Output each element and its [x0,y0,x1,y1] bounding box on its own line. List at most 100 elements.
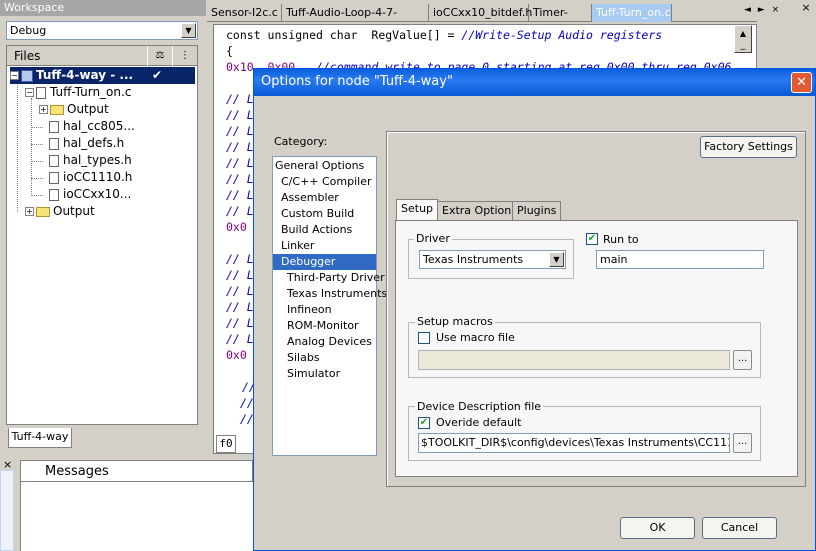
category-item[interactable]: Custom Build [281,206,354,222]
category-item[interactable]: Simulator [287,366,340,382]
close-icon[interactable]: × [800,2,812,14]
collapse-icon[interactable]: − [10,71,19,80]
file-name: Tuff-Turn_on.c [50,85,132,99]
code-line: // L [226,140,254,154]
code-line: // L [226,300,254,314]
options-dialog: Options for node "Tuff-4-way" ✕ Category… [253,68,816,551]
check-icon: ✔ [152,68,163,82]
code-line: 0x0 [226,348,247,362]
tab-extra-options[interactable]: Extra Options [437,201,522,220]
code-line: // L [226,108,254,122]
device-browse-button[interactable]: ... [733,433,752,453]
files-header-label: Files [14,49,41,63]
editor-tabbar: Sensor-I2c.c Tuff-Audio-Loop-4-7-2010.c … [207,4,757,36]
run-to-checkbox[interactable]: ✔ [586,233,598,245]
options-column-icon[interactable]: ⚖ [147,46,172,66]
configuration-select[interactable]: Debug ▼ [6,21,198,40]
tab-timer-isr[interactable]: Timer-ISR.c [529,4,592,36]
messages-header: Messages [20,460,253,482]
tree-folder-row[interactable]: + Output [25,203,95,220]
code-line: // L [226,124,254,138]
tab-ioccxx10-bitdef[interactable]: ioCCxx10_bitdef.h [429,4,532,22]
category-item[interactable]: Third-Party Driver [287,270,385,286]
collapse-icon[interactable]: − [25,88,34,97]
status-column-icon[interactable]: ⋮ [172,46,197,66]
category-list[interactable]: General Options C/C++ Compiler Assembler… [272,156,387,456]
code-line: // L [226,284,254,298]
code-line: // L [226,156,254,170]
file-name: hal_cc805... [63,119,135,133]
macro-browse-button[interactable]: ... [733,350,752,370]
messages-label: Messages [45,464,109,479]
device-description-label: Device Description file [415,400,544,413]
close-icon[interactable]: ✕ [791,72,812,93]
use-macro-checkbox[interactable] [418,332,430,344]
category-item[interactable]: Build Actions [281,222,352,238]
tree-file-row[interactable]: − Tuff-Turn_on.c [25,84,131,101]
code-line: { [226,44,233,58]
driver-select[interactable]: Texas Instruments ▼ [419,250,566,269]
override-default-checkbox[interactable]: ✔ [418,417,430,429]
configuration-value: Debug [10,24,47,37]
category-item[interactable]: C/C++ Compiler [281,174,372,190]
project-icon [21,69,33,82]
category-item[interactable]: Silabs [287,350,320,366]
factory-settings-button[interactable]: Factory Settings [700,136,797,158]
folder-icon [50,104,64,115]
list-item[interactable]: hal_defs.h [31,135,125,152]
expand-icon[interactable]: + [25,207,34,216]
tab-sensor-i2c[interactable]: Sensor-I2c.c [207,4,282,22]
dialog-title-text: Options for node "Tuff-4-way" [261,74,453,89]
code-line: // L [226,172,254,186]
messages-sidebar [0,470,14,551]
folder-name: Output [53,204,95,218]
file-icon [49,137,59,150]
file-icon [49,188,59,201]
category-item[interactable]: ROM-Monitor [287,318,359,334]
category-item[interactable]: Assembler [281,190,339,206]
workspace-tab[interactable]: Tuff-4-way [8,428,72,448]
project-name: Tuff-4-way - ... [36,68,134,82]
folder-name: Output [67,102,109,116]
list-item[interactable]: ioCCxx10... [31,186,132,203]
tab-plugins[interactable]: Plugins [512,201,562,220]
category-item[interactable]: Linker [281,238,314,254]
tree-project-row[interactable]: − Tuff-4-way - ... ✔ [10,67,195,84]
tab-setup[interactable]: Setup [396,199,439,221]
category-item[interactable]: Texas Instruments [287,286,387,302]
chevron-down-icon[interactable]: ▼ [549,252,564,267]
driver-label: Driver [414,232,452,245]
scroll-up-arrow[interactable]: ▲ ─ [734,25,752,54]
code-line: // [240,396,254,410]
cancel-button[interactable]: Cancel [702,517,777,539]
folder-icon [36,206,50,217]
tree-line [17,82,18,212]
category-item-selected[interactable]: Debugger [273,254,376,270]
file-name: hal_defs.h [63,136,125,150]
file-name: ioCCxx10... [63,187,132,201]
messages-list[interactable] [20,482,253,551]
tree-folder-row[interactable]: + Output [39,101,109,118]
device-description-input[interactable]: $TOOLKIT_DIR$\config\devices\Texas Instr… [418,433,730,453]
macro-file-input[interactable] [418,350,730,370]
run-to-input[interactable]: main [596,250,764,269]
file-name: ioCC1110.h [63,170,133,184]
tree-line [31,98,32,194]
category-item[interactable]: Analog Devices [287,334,372,350]
list-item[interactable]: ioCC1110.h [31,169,133,186]
tab-tuff-audio-loop[interactable]: Tuff-Audio-Loop-4-7-2010.c [282,4,429,36]
tab-tuff-turn-on[interactable]: Tuff-Turn_on.c [592,4,672,22]
ok-button[interactable]: OK [620,517,695,539]
list-item[interactable]: hal_types.h [31,152,132,169]
expand-icon[interactable]: + [39,105,48,114]
category-item[interactable]: Infineon [287,302,332,318]
chevron-down-icon[interactable]: ▼ [181,23,196,38]
tab-scroll-arrows[interactable]: ◄ ► × [744,5,781,15]
category-item[interactable]: General Options [275,158,364,174]
workspace-title-text: Workspace [4,1,65,14]
c-file-icon [36,86,46,99]
category-label: Category: [274,135,328,148]
list-item[interactable]: hal_cc805... [31,118,135,135]
files-header: Files ⚖ ⋮ [7,46,197,66]
setup-macros-label: Setup macros [415,315,495,328]
